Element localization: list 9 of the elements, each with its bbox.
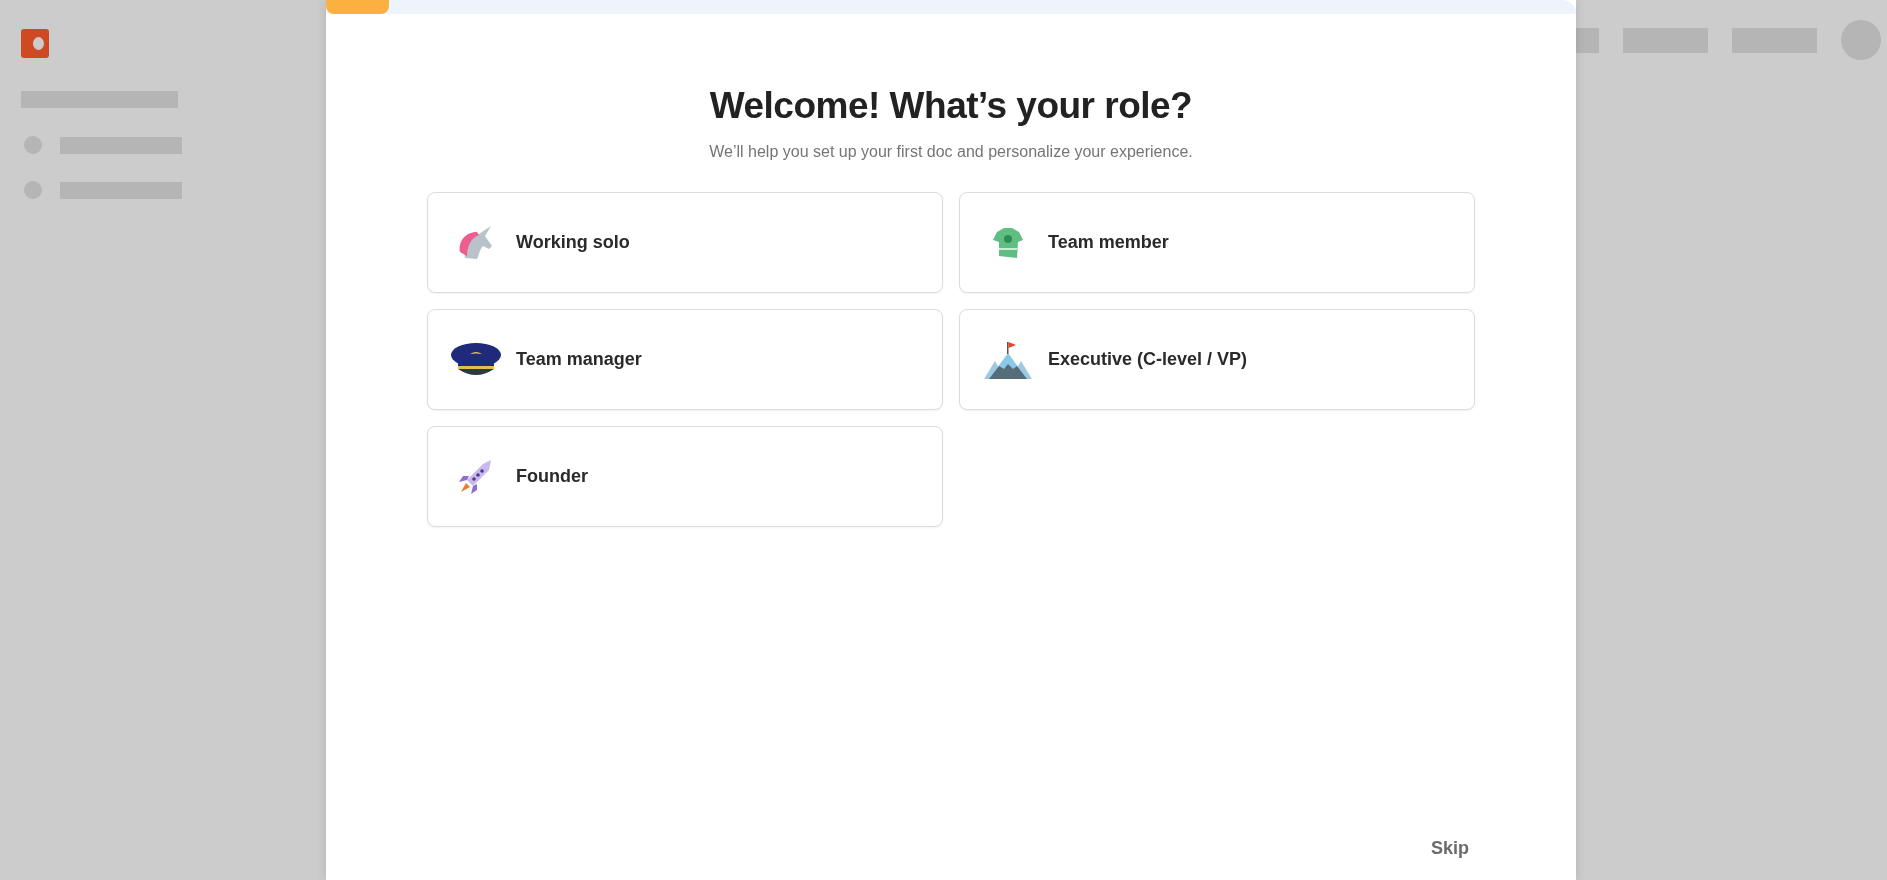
role-option[interactable]: Executive (C-level / VP) [959, 309, 1475, 411]
role-option[interactable]: Founder [427, 426, 943, 528]
logo-icon [21, 29, 49, 58]
skip-button[interactable]: Skip [1425, 831, 1475, 866]
dialog-title: Welcome! What’s your role? [708, 84, 1194, 128]
dialog-subtitle: We’ll help you set up your first doc and personalize your experience. [708, 142, 1194, 163]
role-option[interactable]: Working solo [427, 192, 943, 294]
role-option[interactable]: Team member [959, 192, 1475, 294]
role-option[interactable]: Team manager [427, 309, 943, 411]
